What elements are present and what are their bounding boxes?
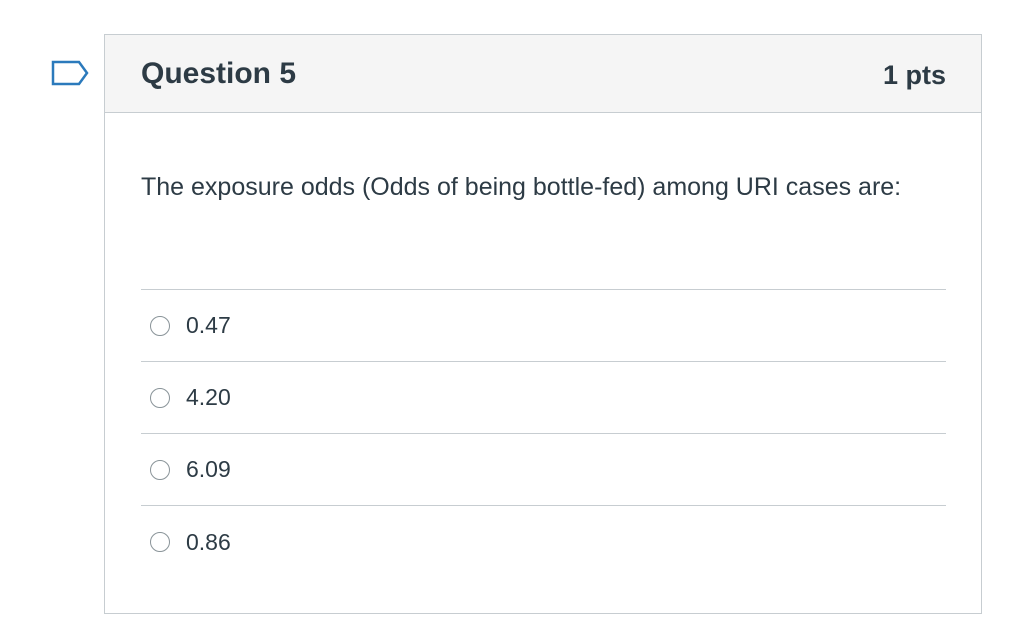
answer-option[interactable]: 0.47 xyxy=(141,290,946,362)
radio-button[interactable] xyxy=(150,387,170,408)
answer-label[interactable]: 0.86 xyxy=(186,529,231,556)
quiz-page: Question 5 1 pts The exposure odds (Odds… xyxy=(0,0,1024,643)
question-title: Question 5 xyxy=(141,57,297,90)
answer-option[interactable]: 0.86 xyxy=(141,506,946,578)
answer-option[interactable]: 4.20 xyxy=(141,362,946,434)
flag-question-icon[interactable] xyxy=(51,60,89,86)
question-header: Question 5 1 pts xyxy=(105,35,981,113)
answer-label[interactable]: 0.47 xyxy=(186,312,231,339)
question-card: Question 5 1 pts The exposure odds (Odds… xyxy=(104,34,982,614)
answer-label[interactable]: 6.09 xyxy=(186,456,231,483)
radio-button[interactable] xyxy=(150,315,170,336)
answer-option[interactable]: 6.09 xyxy=(141,434,946,506)
answer-label[interactable]: 4.20 xyxy=(186,384,231,411)
question-points: 1 pts xyxy=(882,60,946,90)
question-text: The exposure odds (Odds of being bottle-… xyxy=(141,173,902,201)
question-body: The exposure odds (Odds of being bottle-… xyxy=(141,167,946,208)
radio-button[interactable] xyxy=(150,459,170,480)
radio-button[interactable] xyxy=(150,532,170,552)
answer-list: 0.47 4.20 6.09 0.86 xyxy=(141,289,946,578)
